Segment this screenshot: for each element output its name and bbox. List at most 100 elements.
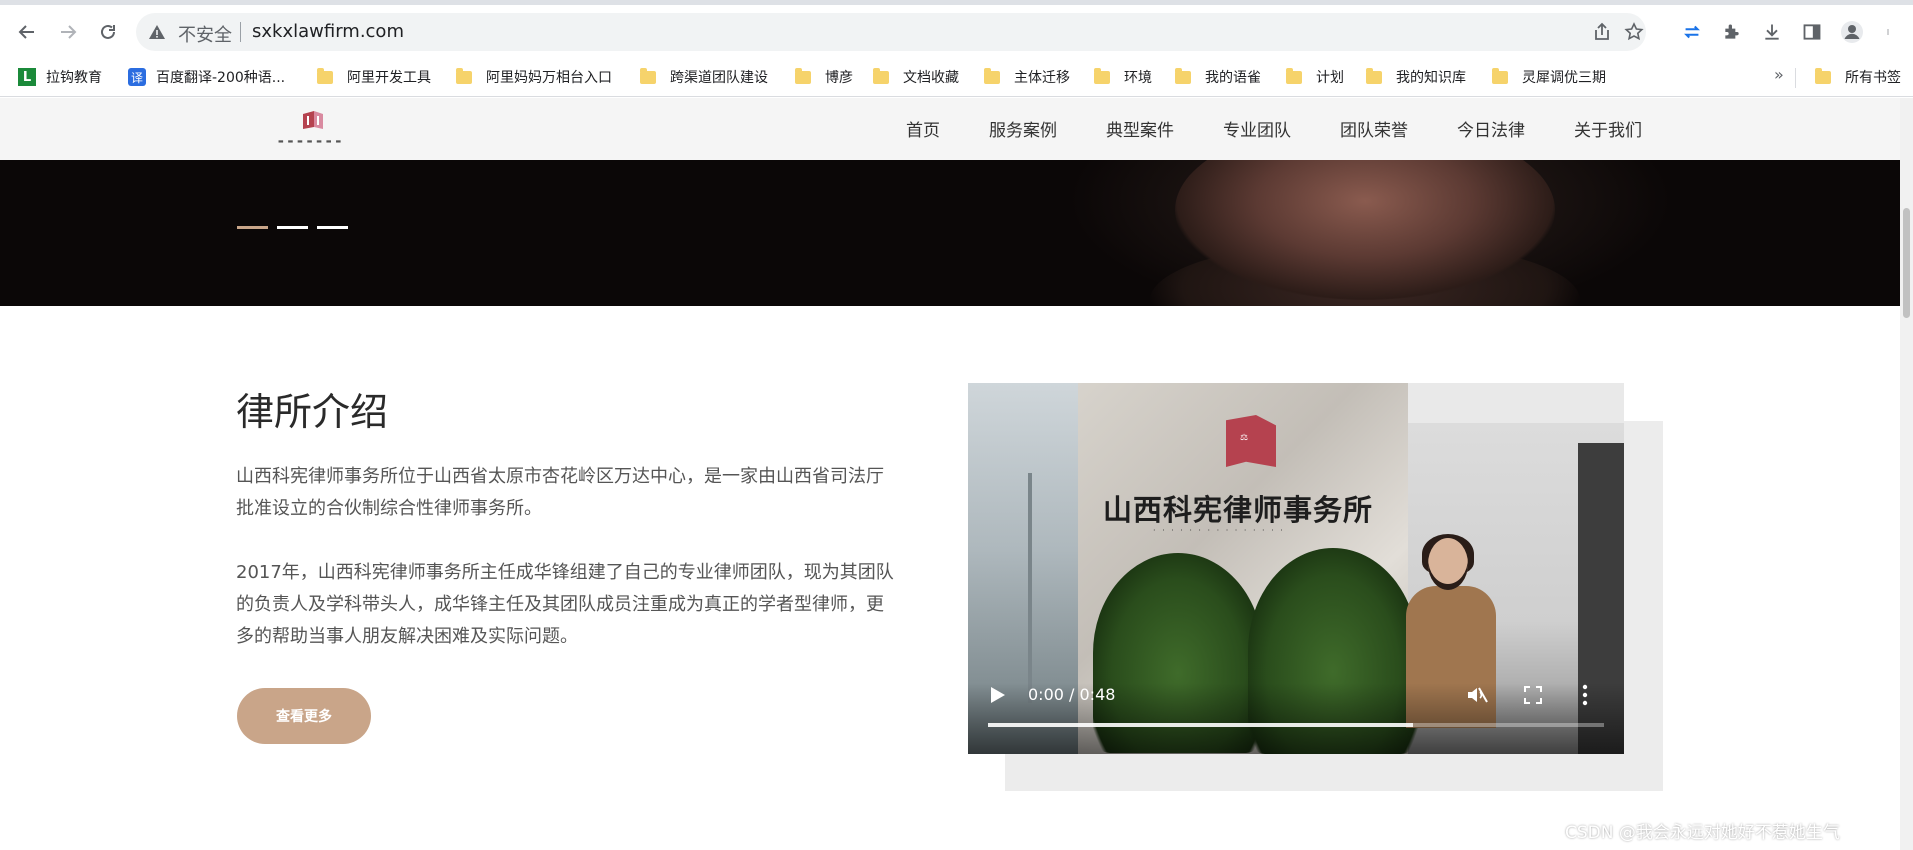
nav-todays-law[interactable]: 今日法律 <box>1457 116 1525 142</box>
sync-icon <box>1684 25 1700 39</box>
bookmark-item[interactable]: 博彦 <box>795 65 853 89</box>
nav-honors[interactable]: 团队荣誉 <box>1340 116 1408 142</box>
browser-toolbar: 不安全 sxkxlawfirm.com <box>0 5 1913 57</box>
back-button[interactable] <box>13 18 41 46</box>
csdn-watermark: CSDN @我会永远对她好不惹她生气 <box>1565 823 1840 843</box>
security-status[interactable]: 不安全 <box>178 21 232 47</box>
bookmark-item[interactable]: 阿里开发工具 <box>317 65 431 89</box>
lagou-favicon-icon: L <box>18 68 36 86</box>
downloads-button[interactable] <box>1760 20 1784 44</box>
side-panel-icon <box>1803 24 1821 40</box>
folder-icon <box>1175 67 1191 84</box>
share-icon[interactable] <box>1592 22 1612 42</box>
bookmark-item[interactable]: 文档收藏 <box>873 65 959 89</box>
bookmark-item[interactable]: 主体迁移 <box>984 65 1070 89</box>
page-viewport: ▬ ▬ ▬ ▬ ▬ ▬ ▬ 首页 服务案例 典型案件 专业团队 团队荣誉 今日法… <box>0 98 1900 850</box>
bookmark-item[interactable]: 我的语雀 <box>1175 65 1261 89</box>
folder-icon <box>1094 67 1110 84</box>
carousel-indicators <box>237 226 348 229</box>
bookmark-label: 环境 <box>1124 70 1152 86</box>
intro-paragraph-2: 2017年，山西科宪律师事务所主任成华锋组建了自己的专业律师团队，现为其团队的负… <box>236 562 894 647</box>
bookmarks-overflow-button[interactable]: » <box>1774 65 1784 84</box>
bookmark-item[interactable]: 阿里妈妈万相台入口 <box>456 65 612 89</box>
forward-button[interactable] <box>54 18 82 46</box>
folder-icon <box>456 67 472 84</box>
folder-icon <box>1815 67 1831 84</box>
translate-favicon-icon: 译 <box>128 68 146 86</box>
reload-button[interactable] <box>94 18 122 46</box>
bookmark-item[interactable]: 译百度翻译-200种语... <box>128 65 285 89</box>
video-options-icon[interactable] <box>1582 684 1588 706</box>
warning-icon[interactable] <box>148 23 166 41</box>
intro-video-player[interactable]: ⚖ 山西科宪律师事务所 · · · · · · · · · · · · · · … <box>968 383 1624 754</box>
view-more-button[interactable]: 查看更多 <box>237 688 371 744</box>
extensions-button[interactable] <box>1720 20 1744 44</box>
bookmark-item[interactable]: 我的知识库 <box>1366 65 1466 89</box>
video-time: 0:00 / 0:48 <box>1028 685 1116 704</box>
muted-volume-icon[interactable] <box>1466 685 1488 705</box>
forward-arrow-icon <box>61 25 77 39</box>
bookmark-label: 计划 <box>1316 70 1344 86</box>
back-arrow-icon <box>18 25 34 39</box>
carousel-dot-3[interactable] <box>317 226 348 229</box>
nav-service-cases[interactable]: 服务案例 <box>989 116 1057 142</box>
bookmarks-divider <box>1795 68 1796 88</box>
nav-team[interactable]: 专业团队 <box>1223 116 1291 142</box>
bookmark-item[interactable]: 跨渠道团队建设 <box>640 65 768 89</box>
bookmark-label: 拉钩教育 <box>46 70 102 86</box>
folder-icon <box>795 67 811 84</box>
avatar-icon <box>1841 21 1863 43</box>
omnibox-divider <box>240 22 241 42</box>
video-wall-sign-subtitle-icon: · · · · · · · · · · · · · · · <box>1153 526 1285 535</box>
bookmark-label: 博彦 <box>825 70 853 86</box>
all-bookmarks-item[interactable]: 所有书签 <box>1815 65 1901 89</box>
bookmark-label: 文档收藏 <box>903 70 959 86</box>
bookmark-item[interactable]: 灵犀调优三期 <box>1492 65 1606 89</box>
folder-icon <box>1366 67 1382 84</box>
bookmark-label: 百度翻译-200种语... <box>156 70 286 86</box>
kebab-menu-icon <box>1887 29 1889 35</box>
bookmark-label: 跨渠道团队建设 <box>670 70 768 86</box>
folder-icon <box>317 67 333 84</box>
site-nav: 首页 服务案例 典型案件 专业团队 团队荣誉 今日法律 关于我们 <box>906 116 1691 142</box>
url-text[interactable]: sxkxlawfirm.com <box>252 21 404 42</box>
puzzle-icon <box>1725 24 1739 39</box>
video-buffered-bar <box>988 723 1414 727</box>
folder-icon <box>984 67 1000 84</box>
intro-paragraph-1: 山西科宪律师事务所位于山西省太原市杏花岭区万达中心，是一家由山西省司法厅批准设立… <box>236 466 884 519</box>
bookmark-label: 主体迁移 <box>1014 70 1070 86</box>
star-icon[interactable] <box>1624 22 1644 42</box>
bookmark-item[interactable]: 计划 <box>1286 65 1344 89</box>
profile-button[interactable] <box>1840 20 1864 44</box>
bookmark-label: 我的语雀 <box>1205 70 1261 86</box>
wall-logo-mark-icon: ⚖ <box>1240 433 1249 443</box>
nav-typical-cases[interactable]: 典型案件 <box>1106 116 1174 142</box>
video-wall-sign: 山西科宪律师事务所 <box>1103 493 1374 527</box>
site-header: ▬ ▬ ▬ ▬ ▬ ▬ ▬ 首页 服务案例 典型案件 专业团队 团队荣誉 今日法… <box>0 98 1900 160</box>
fullscreen-icon[interactable] <box>1524 686 1542 704</box>
bookmark-item[interactable]: 环境 <box>1094 65 1152 89</box>
bookmark-label: 阿里妈妈万相台入口 <box>486 70 612 86</box>
video-progress-bar[interactable] <box>988 723 1604 727</box>
folder-icon <box>1286 67 1302 84</box>
carousel-dot-2[interactable] <box>277 226 308 229</box>
logo-underline-icon: ▬ ▬ ▬ ▬ ▬ ▬ ▬ <box>278 138 343 145</box>
sync-button[interactable] <box>1680 20 1704 44</box>
play-icon[interactable] <box>990 686 1006 704</box>
bookmarks-bar: L 拉钩教育 译百度翻译-200种语... 阿里开发工具 阿里妈妈万相台入口 跨渠… <box>0 57 1913 97</box>
address-bar[interactable]: 不安全 sxkxlawfirm.com <box>136 13 1646 51</box>
intro-title: 律所介绍 <box>236 390 389 434</box>
side-panel-button[interactable] <box>1800 20 1824 44</box>
bookmark-label: 阿里开发工具 <box>347 70 431 86</box>
bookmark-label: 我的知识库 <box>1396 70 1466 86</box>
carousel-dot-1[interactable] <box>237 226 268 229</box>
page-scrollbar[interactable] <box>1900 98 1913 850</box>
nav-about-us[interactable]: 关于我们 <box>1574 116 1642 142</box>
nav-home[interactable]: 首页 <box>906 116 940 142</box>
bookmark-item[interactable]: L 拉钩教育 <box>18 65 102 89</box>
browser-menu-button[interactable] <box>1876 20 1900 44</box>
hero-banner <box>0 160 1900 306</box>
scrollbar-thumb[interactable] <box>1903 208 1910 318</box>
site-logo[interactable]: ▬ ▬ ▬ ▬ ▬ ▬ ▬ <box>278 110 350 146</box>
bookmark-label: 灵犀调优三期 <box>1522 70 1606 86</box>
